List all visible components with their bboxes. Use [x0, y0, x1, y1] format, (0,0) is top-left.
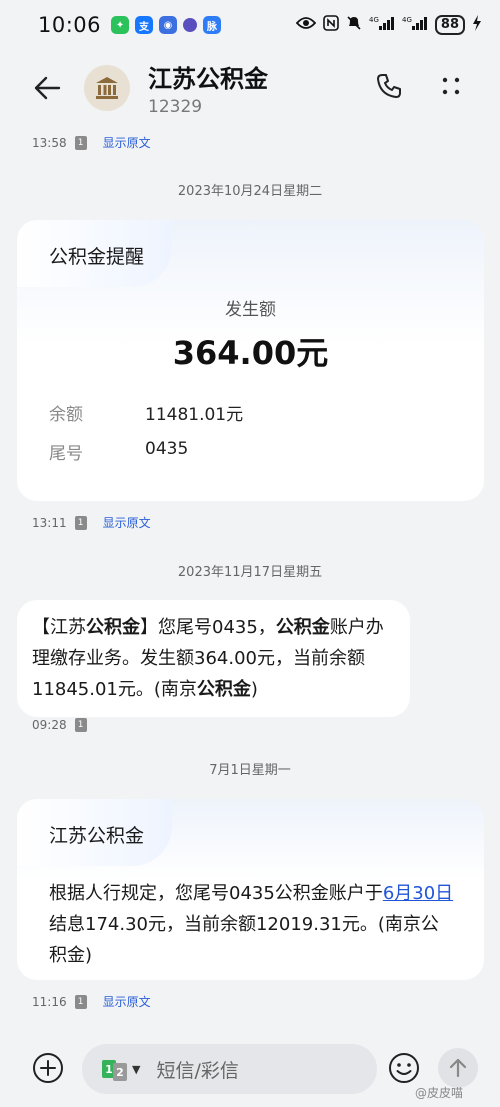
clock: 10:06: [38, 13, 102, 37]
battery-indicator: 88: [434, 15, 465, 35]
message-bubble[interactable]: 【江苏公积金】您尾号0435，公积金账户办理缴存业务。发生额364.00元，当前…: [17, 600, 410, 717]
signal-1-icon: 4G: [369, 15, 395, 35]
notification-card[interactable]: 江苏公积金 根据人行规定，您尾号0435公积金账户于6月30日结息174.30元…: [17, 799, 484, 980]
sim-badge: 1: [74, 994, 87, 1009]
message-input[interactable]: 1 2 ▼ 短信/彩信: [82, 1044, 377, 1094]
amount-label: 发生额: [225, 300, 276, 320]
nfc-icon: [323, 15, 339, 35]
bank-icon: [96, 77, 118, 99]
emoji-button[interactable]: [386, 1050, 422, 1086]
message-meta: 11:16 1 显示原文: [32, 993, 151, 1010]
call-button[interactable]: [368, 65, 410, 107]
sim-badge: 1: [74, 135, 87, 150]
send-button[interactable]: [438, 1048, 478, 1088]
more-button[interactable]: [430, 65, 472, 107]
phone-icon: [377, 74, 401, 98]
balance-row: 余额 11481.01元: [49, 400, 484, 425]
balance-label: 余额: [49, 405, 83, 425]
more-vertical-icon: [442, 77, 460, 95]
card-title-area: 江苏公积金: [17, 799, 173, 866]
contact-number: 12329: [148, 97, 203, 117]
message-text-part: 【江苏: [32, 617, 86, 638]
smiley-icon: [389, 1053, 419, 1083]
card-body: 根据人行规定，您尾号0435公积金账户于6月30日结息174.30元，当前余额1…: [17, 866, 484, 980]
tail-value: 0435: [145, 439, 189, 459]
date-link[interactable]: 6月30日: [383, 883, 453, 904]
message-time: 13:11: [32, 515, 67, 530]
dot-app-icon: [183, 18, 198, 32]
card-title: 公积金提醒: [49, 246, 145, 268]
wechat-icon: ✦: [111, 16, 130, 34]
message-meta: 09:28 1: [32, 718, 87, 732]
card-title-area: 公积金提醒: [17, 220, 173, 287]
eye-icon: [295, 16, 317, 34]
back-button[interactable]: [22, 63, 72, 113]
sim-badge: 1: [74, 718, 87, 732]
charging-icon: [472, 15, 482, 35]
sim-selector[interactable]: 1 2 ▼: [102, 1057, 140, 1081]
card-body-text: 结息174.30元，当前余额12019.31元。(南京公积金): [49, 914, 439, 966]
message-time: 09:28: [32, 718, 67, 732]
highlight-keyword: 公积金: [275, 617, 330, 638]
notification-card[interactable]: 公积金提醒 发生额 364.00元 余额 11481.01元 尾号 0435: [17, 220, 484, 501]
status-bar: 10:06 ✦ 支 ◉ 脉 4G 4G 88: [0, 0, 500, 50]
message-time: 13:58: [32, 135, 67, 150]
contact-info[interactable]: 江苏公积金 12329: [148, 59, 268, 117]
sim-badge: 1: [74, 515, 87, 530]
contact-name: 江苏公积金: [148, 65, 268, 93]
amount-value: 364.00元: [172, 334, 329, 372]
tail-label: 尾号: [49, 444, 83, 464]
svg-text:4G: 4G: [369, 16, 379, 24]
sim-2-badge: 2: [113, 1063, 127, 1081]
highlight-keyword: 公积金: [86, 617, 140, 638]
caret-down-icon: ▼: [132, 1062, 141, 1076]
signal-2-icon: 4G: [402, 15, 428, 35]
date-separator: 7月1日星期一: [209, 763, 291, 778]
show-original-link[interactable]: 显示原文: [103, 134, 151, 151]
message-time: 11:16: [32, 994, 67, 1009]
arrow-up-icon: [449, 1058, 467, 1078]
balance-value: 11481.01元: [145, 405, 244, 425]
input-placeholder: 短信/彩信: [156, 1059, 239, 1082]
date-separator: 2023年11月17日星期五: [177, 565, 323, 580]
amount-section: 发生额 364.00元: [17, 295, 484, 374]
conversation-header: 江苏公积金 12329: [0, 55, 500, 121]
add-attachment-button[interactable]: [30, 1050, 66, 1086]
arrow-left-icon: [34, 76, 61, 100]
show-original-link[interactable]: 显示原文: [103, 514, 151, 531]
tail-row: 尾号 0435: [49, 439, 484, 464]
message-meta: 13:11 1 显示原文: [32, 514, 151, 531]
svg-text:4G: 4G: [402, 16, 412, 24]
message-text-part: ): [250, 679, 258, 700]
date-separator: 2023年10月24日星期二: [177, 184, 323, 199]
mute-icon: [346, 15, 362, 35]
message-meta: 13:58 1 显示原文: [32, 134, 151, 151]
highlight-keyword: 公积金: [196, 679, 251, 700]
avatar[interactable]: [84, 65, 130, 111]
plus-circle-icon: [33, 1053, 63, 1083]
card-title: 江苏公积金: [49, 825, 145, 847]
show-original-link[interactable]: 显示原文: [103, 993, 151, 1010]
alipay-icon: 支: [135, 16, 154, 34]
watermark: @皮皮喵: [415, 1086, 464, 1100]
card-body-text: 根据人行规定，您尾号0435公积金账户于: [49, 883, 383, 904]
app-icon: ◉: [159, 16, 178, 34]
message-text-part: 】您尾号0435，: [140, 617, 276, 638]
maimai-icon: 脉: [203, 16, 222, 34]
